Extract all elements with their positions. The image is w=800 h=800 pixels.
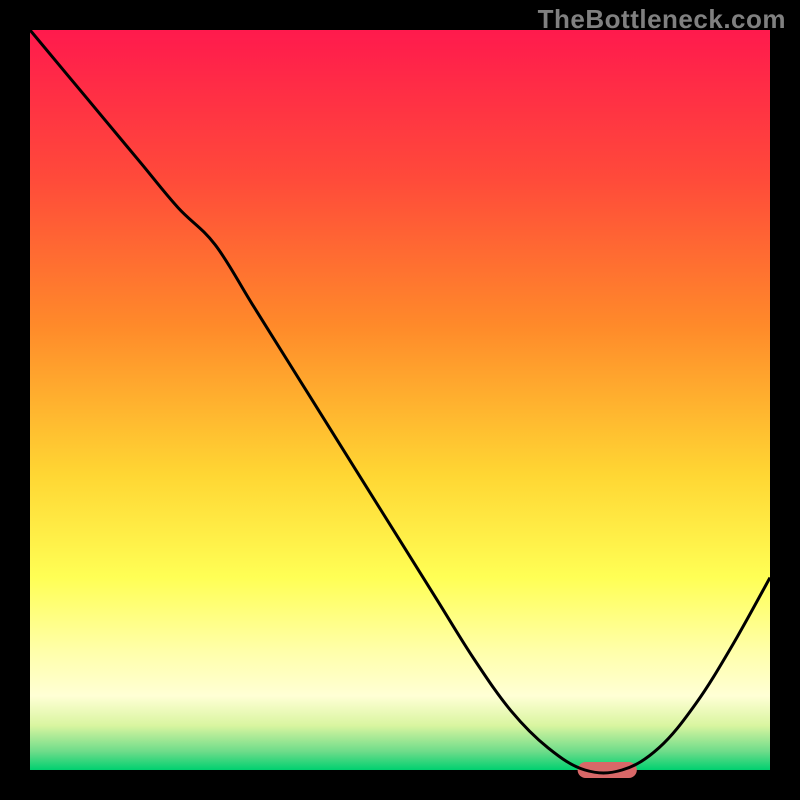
plot-background	[30, 30, 770, 770]
chart-frame: TheBottleneck.com	[0, 0, 800, 800]
bottleneck-chart	[0, 0, 800, 800]
